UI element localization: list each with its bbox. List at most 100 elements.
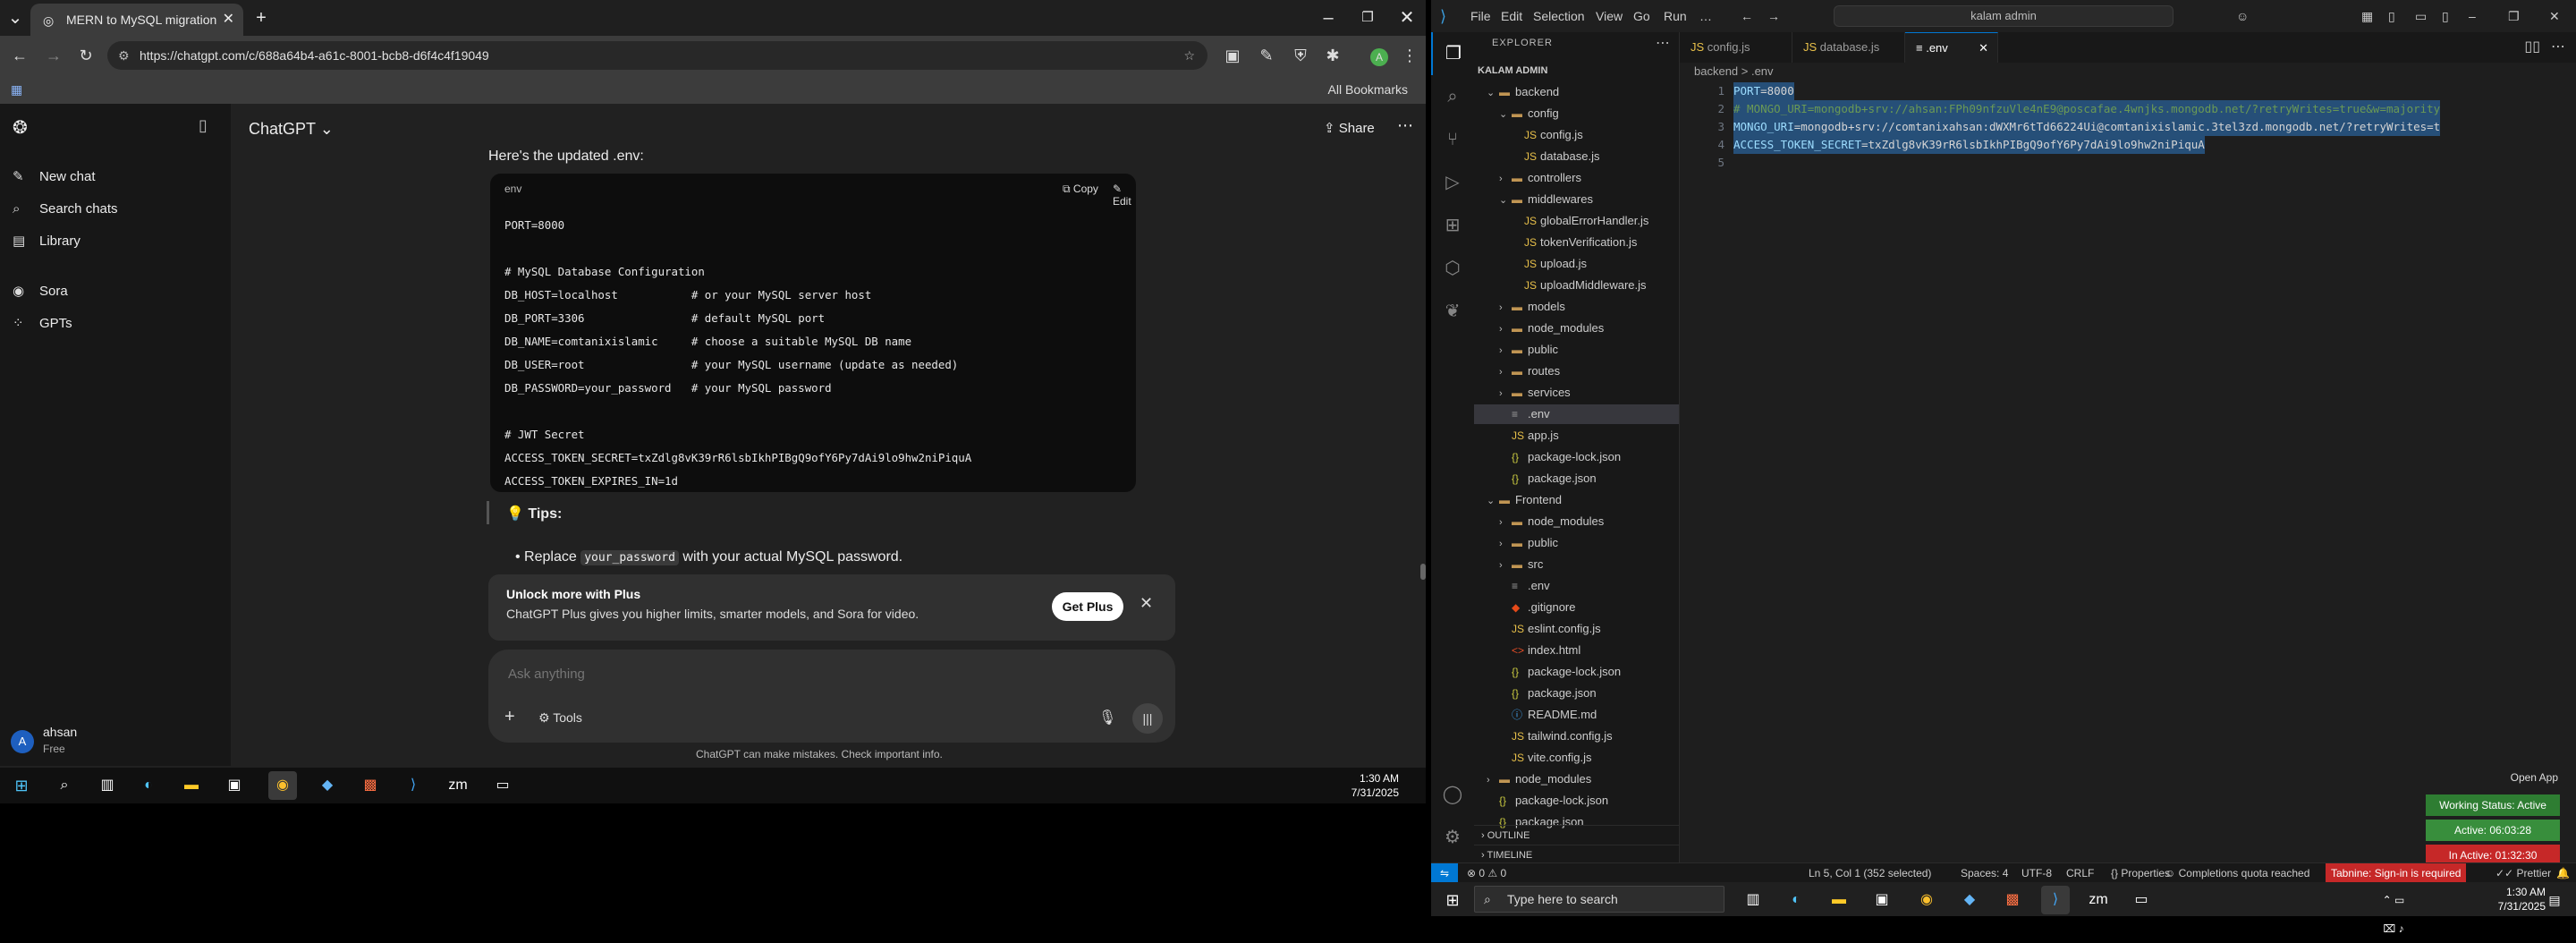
search-icon[interactable]: ⌕ [50,771,79,800]
tree-folder[interactable]: › ▬ node_modules [1474,512,1679,531]
reload-icon[interactable]: ↻ [73,36,98,75]
postman-taskbar-icon[interactable]: ▩ [356,771,385,800]
store-icon[interactable]: ▣ [220,771,249,800]
tree-file[interactable]: ⓘ README.md [1474,705,1679,725]
system-tray-icons[interactable]: ⌃ ▭ ⌧ ♪ [2379,886,2408,935]
app-taskbar-icon[interactable]: ◆ [1955,886,1984,914]
menu-run[interactable]: Run [1664,0,1687,32]
openai-logo-icon[interactable]: ❂ [13,116,28,139]
tree-file[interactable]: JS app.js [1474,426,1679,446]
command-center-search[interactable]: kalam admin [1834,5,2174,27]
chrome-menu-icon[interactable]: ⋮ [1397,36,1422,75]
terminal-taskbar-icon[interactable]: ▭ [488,771,517,800]
tree-file[interactable]: {} package.json [1474,469,1679,488]
indentation[interactable]: Spaces: 4 [1961,863,2008,883]
tab-env[interactable]: ≡ .env ✕ [1905,32,1998,63]
file-explorer-icon[interactable]: ▬ [1825,886,1853,914]
search-icon[interactable]: ⌕ [1431,75,1474,118]
close-icon[interactable]: ✕ [1140,594,1153,613]
chrome-taskbar-icon[interactable]: ◉ [268,771,297,800]
prompt-input[interactable] [506,666,1043,683]
restore-icon[interactable]: ❐ [1354,0,1381,36]
gear-icon[interactable]: ⚙ [1431,816,1474,859]
copy-code-button[interactable]: ⧉ Copy [1063,183,1098,196]
sidebar-item-sora[interactable]: ◉ Sora [13,279,68,304]
tree-file[interactable]: JS database.js [1474,147,1679,166]
tab-database-js[interactable]: JS database.js [1792,32,1905,63]
line-ending[interactable]: CRLF [2066,863,2094,883]
mongodb-leaf-icon[interactable]: ❦ [1431,290,1474,333]
restore-icon[interactable]: ❐ [2508,0,2520,32]
tabnine-status[interactable]: Tabnine: Sign-in is required [2326,863,2467,883]
puzzle-extensions-icon[interactable]: ✱ [1320,36,1345,75]
tree-folder[interactable]: › ▬ controllers [1474,168,1679,188]
menu-selection[interactable]: Selection [1533,0,1585,32]
toggle-panel-icon[interactable]: ▭ [2415,0,2427,32]
system-clock[interactable]: 1:30 AM 7/31/2025 [1352,771,1399,800]
zoom-taskbar-icon[interactable]: zm [444,771,472,800]
menu-more[interactable]: … [1699,0,1712,32]
close-icon[interactable]: ✕ [1979,33,1988,64]
accounts-icon[interactable]: ◯ [1431,773,1474,816]
windows-start-icon[interactable]: ⊞ [7,771,36,800]
tree-file[interactable]: JS vite.config.js [1474,748,1679,768]
tree-folder[interactable]: ⌄ ▬ backend [1474,82,1679,102]
user-profile[interactable]: A ahsan Free [11,721,216,762]
add-attachment-icon[interactable]: + [504,707,515,727]
tree-folder[interactable]: ⌄ ▬ Frontend [1474,490,1679,510]
sidebar-item-search-chats[interactable]: ⌕ Search chats [13,197,118,222]
tree-folder[interactable]: › ▬ routes [1474,361,1679,381]
vscode-taskbar-icon[interactable]: ⟩ [2041,886,2070,914]
voice-mode-icon[interactable]: ||| [1132,703,1163,734]
app-taskbar-icon[interactable]: ◆ [313,771,342,800]
postman-taskbar-icon[interactable]: ▩ [1998,886,2027,914]
extensions-icon[interactable]: ⊞ [1431,204,1474,247]
tree-file[interactable]: JS uploadMiddleware.js [1474,276,1679,295]
more-options-icon[interactable]: ⋯ [1397,116,1413,135]
pen-extension-icon[interactable]: ✎ [1254,36,1279,75]
tree-folder[interactable]: › ▬ node_modules [1474,319,1679,338]
tree-file[interactable]: ≡ .env [1474,576,1679,596]
model-selector[interactable]: ChatGPT ⌄ [249,120,334,139]
store-icon[interactable]: ▣ [1868,886,1896,914]
notifications-icon[interactable]: ▤ [2540,886,2569,914]
menu-edit[interactable]: Edit [1501,0,1522,32]
problems-indicator[interactable]: ⊗ 0 ⚠ 0 [1467,863,1506,883]
close-window-icon[interactable]: ✕ [2549,0,2560,32]
menu-go[interactable]: Go [1633,0,1650,32]
tree-file[interactable]: JS tailwind.config.js [1474,726,1679,746]
nav-forward-icon[interactable]: → [1767,0,1780,32]
tree-folder[interactable]: › ▬ public [1474,533,1679,553]
extension-icon[interactable]: ▣ [1220,36,1245,75]
tree-folder[interactable]: › ▬ src [1474,555,1679,574]
vscode-taskbar-icon[interactable]: ⟩ [399,771,428,800]
more-actions-icon[interactable]: ⋯ [2551,32,2565,63]
tree-file[interactable]: ≡ .env [1474,404,1679,424]
scrollbar[interactable] [1420,564,1426,580]
bookmark-star-icon[interactable]: ☆ [1183,41,1195,70]
edge-icon[interactable]: ◐ [1782,886,1810,914]
tree-file[interactable]: {} package-lock.json [1474,791,1679,811]
edge-icon[interactable]: ◐ [134,771,163,800]
workspace-root[interactable]: KALAM ADMIN [1474,61,1679,81]
system-clock[interactable]: 1:30 AM 7/31/2025 [2498,885,2546,913]
tree-file[interactable]: <> index.html [1474,641,1679,660]
explorer-icon[interactable]: ❐ [1431,32,1474,75]
encoding[interactable]: UTF-8 [2021,863,2052,883]
share-button[interactable]: ⇪ Share [1324,120,1375,136]
tree-folder[interactable]: › ▬ models [1474,297,1679,317]
tab-config-js[interactable]: JS config.js [1680,32,1792,63]
run-debug-icon[interactable]: ▷ [1431,161,1474,204]
site-info-icon[interactable]: ⚙ [118,41,130,70]
shield-extension-icon[interactable]: ⛨ [1288,36,1313,75]
forward-icon[interactable]: → [41,36,66,75]
more-actions-icon[interactable]: ⋯ [1656,34,1670,52]
back-icon[interactable]: ← [7,36,32,75]
sidebar-item-gpts[interactable]: ⁘ GPTs [13,311,72,336]
breadcrumb[interactable]: backend > .env [1694,64,1774,78]
chrome-tab-active[interactable]: ◎ MERN to MySQL migration ✕ [30,4,243,36]
nav-back-icon[interactable]: ← [1741,0,1753,32]
tree-file[interactable]: {} package-lock.json [1474,662,1679,682]
apps-grid-icon[interactable]: ▦ [11,75,22,104]
address-bar[interactable]: ⚙ https://chatgpt.com/c/688a64b4-a61c-80… [107,41,1208,70]
